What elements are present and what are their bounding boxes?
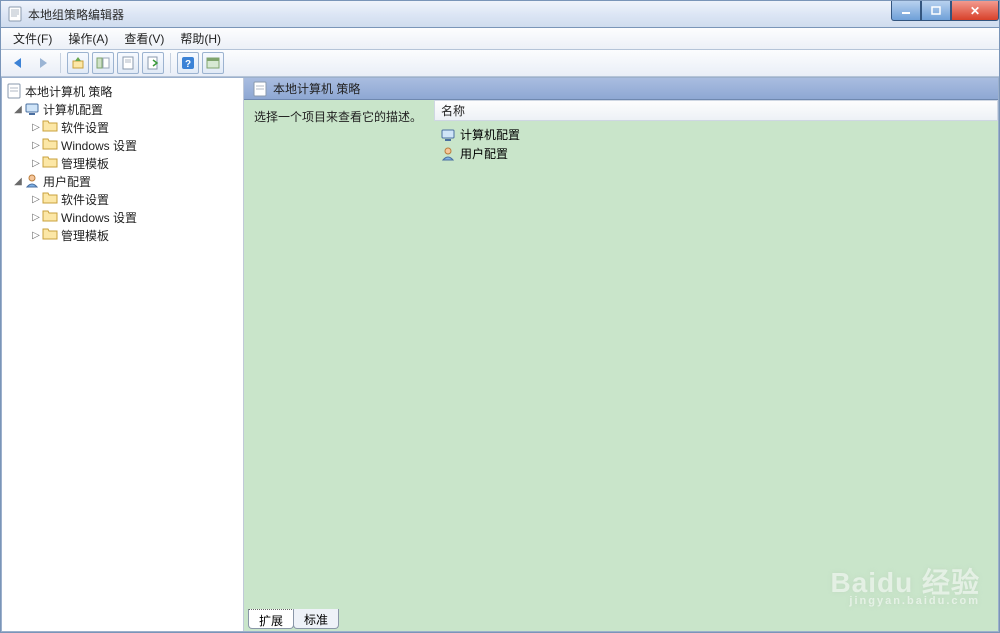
tree-user-config[interactable]: ◢ 用户配置 bbox=[2, 172, 243, 190]
tree-label: 软件设置 bbox=[61, 191, 109, 208]
menu-file[interactable]: 文件(F) bbox=[5, 28, 60, 49]
user-icon bbox=[24, 173, 40, 189]
collapse-icon[interactable]: ◢ bbox=[12, 176, 24, 187]
tree-label: 计算机配置 bbox=[43, 101, 103, 118]
list-item-user-config[interactable]: 用户配置 bbox=[440, 144, 992, 163]
folder-icon bbox=[42, 227, 58, 243]
list-item-label: 用户配置 bbox=[460, 145, 508, 162]
list-column: 名称 计算机配置 用户配置 bbox=[434, 100, 998, 631]
tree-item[interactable]: ▷ Windows 设置 bbox=[2, 208, 243, 226]
expand-icon[interactable]: ▷ bbox=[30, 194, 42, 205]
back-button[interactable] bbox=[7, 52, 29, 74]
app-icon bbox=[7, 6, 23, 22]
window-controls: ✕ bbox=[891, 1, 999, 21]
description-hint: 选择一个项目来查看它的描述。 bbox=[254, 110, 422, 124]
details-header: 本地计算机 策略 bbox=[244, 78, 998, 100]
tree-item[interactable]: ▷ 软件设置 bbox=[2, 118, 243, 136]
expand-icon[interactable]: ▷ bbox=[30, 230, 42, 241]
policy-icon bbox=[6, 83, 22, 99]
export-button[interactable] bbox=[142, 52, 164, 74]
user-icon bbox=[440, 146, 456, 162]
expand-icon[interactable]: ▷ bbox=[30, 140, 42, 151]
folder-icon bbox=[42, 209, 58, 225]
tab-label: 扩展 bbox=[259, 614, 283, 628]
minimize-button[interactable] bbox=[891, 1, 921, 21]
folder-icon bbox=[42, 191, 58, 207]
toolbar-separator bbox=[60, 53, 61, 73]
tree-label: Windows 设置 bbox=[61, 137, 137, 154]
tree-computer-config[interactable]: ◢ 计算机配置 bbox=[2, 100, 243, 118]
description-column: 选择一个项目来查看它的描述。 bbox=[244, 100, 434, 631]
client-area: 本地计算机 策略 ◢ 计算机配置 ▷ 软件设置 ▷ Windows 设置 ▷ 管… bbox=[1, 77, 999, 632]
refresh-button[interactable] bbox=[202, 52, 224, 74]
tab-standard[interactable]: 标准 bbox=[293, 609, 339, 629]
computer-icon bbox=[24, 101, 40, 117]
title-bar: 本地组策略编辑器 ✕ bbox=[0, 0, 1000, 28]
maximize-button[interactable] bbox=[921, 1, 951, 21]
tree-label: 用户配置 bbox=[43, 173, 91, 190]
tree-item[interactable]: ▷ Windows 设置 bbox=[2, 136, 243, 154]
tree-root[interactable]: 本地计算机 策略 bbox=[2, 82, 243, 100]
tree-item[interactable]: ▷ 管理模板 bbox=[2, 226, 243, 244]
help-button[interactable]: ? bbox=[177, 52, 199, 74]
expand-icon[interactable]: ▷ bbox=[30, 158, 42, 169]
close-button[interactable]: ✕ bbox=[951, 1, 999, 21]
bottom-tabs: 扩展 标准 bbox=[248, 609, 338, 629]
tree-root-label: 本地计算机 策略 bbox=[25, 83, 112, 100]
properties-button[interactable] bbox=[117, 52, 139, 74]
folder-icon bbox=[42, 155, 58, 171]
folder-icon bbox=[42, 137, 58, 153]
details-pane: 本地计算机 策略 选择一个项目来查看它的描述。 名称 计算机配置 用户配置 bbox=[244, 78, 998, 631]
column-header-label: 名称 bbox=[441, 102, 465, 119]
list-item-computer-config[interactable]: 计算机配置 bbox=[440, 125, 992, 144]
tree-label: Windows 设置 bbox=[61, 209, 137, 226]
details-header-title: 本地计算机 策略 bbox=[273, 80, 360, 97]
computer-icon bbox=[440, 127, 456, 143]
tree-label: 管理模板 bbox=[61, 227, 109, 244]
menu-help[interactable]: 帮助(H) bbox=[172, 28, 229, 49]
up-button[interactable] bbox=[67, 52, 89, 74]
column-header-name[interactable]: 名称 bbox=[434, 100, 998, 121]
policy-icon bbox=[252, 81, 268, 97]
tree-pane[interactable]: 本地计算机 策略 ◢ 计算机配置 ▷ 软件设置 ▷ Windows 设置 ▷ 管… bbox=[2, 78, 244, 631]
menu-action[interactable]: 操作(A) bbox=[60, 28, 116, 49]
svg-text:?: ? bbox=[185, 59, 191, 70]
show-hide-tree-button[interactable] bbox=[92, 52, 114, 74]
toolbar-separator bbox=[170, 53, 171, 73]
collapse-icon[interactable]: ◢ bbox=[12, 104, 24, 115]
tree-label: 软件设置 bbox=[61, 119, 109, 136]
list-items: 计算机配置 用户配置 bbox=[434, 121, 998, 167]
tab-label: 标准 bbox=[304, 613, 328, 627]
folder-icon bbox=[42, 119, 58, 135]
toolbar: ? bbox=[0, 49, 1000, 77]
tab-extended[interactable]: 扩展 bbox=[248, 609, 294, 629]
forward-button[interactable] bbox=[32, 52, 54, 74]
menu-bar: 文件(F) 操作(A) 查看(V) 帮助(H) bbox=[0, 28, 1000, 49]
expand-icon[interactable]: ▷ bbox=[30, 122, 42, 133]
window-title: 本地组策略编辑器 bbox=[28, 6, 124, 23]
tree-label: 管理模板 bbox=[61, 155, 109, 172]
tree-item[interactable]: ▷ 管理模板 bbox=[2, 154, 243, 172]
list-item-label: 计算机配置 bbox=[460, 126, 520, 143]
details-body: 选择一个项目来查看它的描述。 名称 计算机配置 用户配置 bbox=[244, 100, 998, 631]
expand-icon[interactable]: ▷ bbox=[30, 212, 42, 223]
menu-view[interactable]: 查看(V) bbox=[116, 28, 172, 49]
tree-item[interactable]: ▷ 软件设置 bbox=[2, 190, 243, 208]
